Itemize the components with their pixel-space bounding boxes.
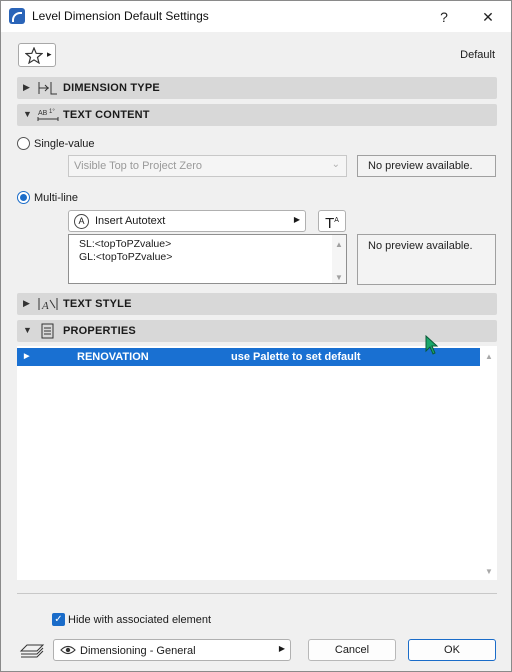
section-title: PROPERTIES <box>63 325 136 337</box>
svg-text:A: A <box>41 300 49 312</box>
favorites-button[interactable]: ▸ <box>18 43 56 67</box>
chevron-right-icon: ▶ <box>23 298 30 308</box>
properties-list: ▶ RENOVATION use Palette to set default … <box>17 346 497 580</box>
chevron-right-icon: ▶ <box>278 644 285 653</box>
ok-button[interactable]: OK <box>408 639 496 661</box>
scroll-down-icon[interactable]: ▼ <box>485 567 493 576</box>
properties-icon <box>41 323 54 339</box>
hide-with-element-label: Hide with associated element <box>68 614 212 626</box>
chevron-down-icon: ▼ <box>23 109 32 119</box>
section-dimension-type[interactable]: ▶ DIMENSION TYPE <box>17 77 497 99</box>
title-bar: Level Dimension Default Settings ? ✕ <box>1 1 511 32</box>
section-title: TEXT CONTENT <box>63 109 150 121</box>
star-icon <box>25 47 43 64</box>
scroll-up-icon[interactable]: ▲ <box>485 352 493 361</box>
property-value: use Palette to set default <box>231 351 361 363</box>
cancel-button[interactable]: Cancel <box>308 639 396 661</box>
list-item[interactable]: ▶ RENOVATION use Palette to set default <box>17 348 480 366</box>
svg-text:1°: 1° <box>49 109 55 115</box>
autotext-dropdown: Visible Top to Project Zero ⌄ <box>68 155 347 177</box>
text-style-icon: A <box>38 298 58 312</box>
section-title: TEXT STYLE <box>63 298 132 310</box>
app-icon <box>9 8 25 24</box>
multi-line-radio[interactable] <box>17 191 30 204</box>
section-text-style[interactable]: ▶ A TEXT STYLE <box>17 293 497 315</box>
single-value-preview: No preview available. <box>357 155 496 177</box>
textarea-scrollbar[interactable]: ▲ ▼ <box>332 235 346 283</box>
multi-line-text-input[interactable]: SL:<topToPZvalue> GL:<topToPZvalue> ▲ ▼ <box>68 234 347 284</box>
multi-line-preview: No preview available. <box>357 234 496 285</box>
layer-label: Dimensioning - General <box>80 645 196 657</box>
svg-text:AB: AB <box>38 110 48 117</box>
text-line: SL:<topToPZvalue> <box>79 238 172 250</box>
text-line: GL:<topToPZvalue> <box>79 251 173 263</box>
divider <box>17 593 497 594</box>
insert-autotext-label: Insert Autotext <box>95 215 166 227</box>
properties-scrollbar[interactable]: ▲ ▼ <box>481 346 497 580</box>
window-title: Level Dimension Default Settings <box>32 9 209 23</box>
layer-dropdown[interactable]: Dimensioning - General ▶ <box>53 639 291 661</box>
single-value-radio[interactable] <box>17 137 30 150</box>
mouse-cursor-icon <box>425 335 439 355</box>
scroll-down-icon[interactable]: ▼ <box>335 271 343 284</box>
chevron-right-icon: ▶ <box>23 82 30 92</box>
multi-line-label: Multi-line <box>34 192 79 204</box>
chevron-right-icon: ▶ <box>293 215 300 224</box>
text-format-button[interactable]: TA <box>318 210 346 232</box>
chevron-right-icon[interactable]: ▶ <box>24 352 29 360</box>
favorites-arrow-icon: ▸ <box>47 49 52 59</box>
insert-autotext-button[interactable]: A Insert Autotext ▶ <box>68 210 306 232</box>
layers-icon <box>19 644 45 658</box>
scroll-up-icon[interactable]: ▲ <box>335 238 343 251</box>
dropdown-value: Visible Top to Project Zero <box>74 160 202 172</box>
close-button[interactable]: ✕ <box>473 5 503 29</box>
eye-icon <box>60 645 76 655</box>
text-content-icon: AB 1° <box>37 109 59 121</box>
chevron-down-icon: ⌄ <box>331 159 340 170</box>
text-format-icon: TA <box>325 215 339 232</box>
section-text-content[interactable]: ▼ AB 1° TEXT CONTENT <box>17 104 497 126</box>
default-label: Default <box>460 49 495 61</box>
dimension-type-icon <box>38 82 57 95</box>
chevron-down-icon: ▼ <box>23 325 32 335</box>
single-value-label: Single-value <box>34 138 95 150</box>
autotext-icon: A <box>74 214 89 229</box>
section-title: DIMENSION TYPE <box>63 82 160 94</box>
dialog-window: Level Dimension Default Settings ? ✕ ▸ D… <box>0 0 512 672</box>
property-name: RENOVATION <box>77 351 149 363</box>
hide-with-element-checkbox[interactable]: ✓ <box>52 613 65 626</box>
help-button[interactable]: ? <box>429 5 459 29</box>
